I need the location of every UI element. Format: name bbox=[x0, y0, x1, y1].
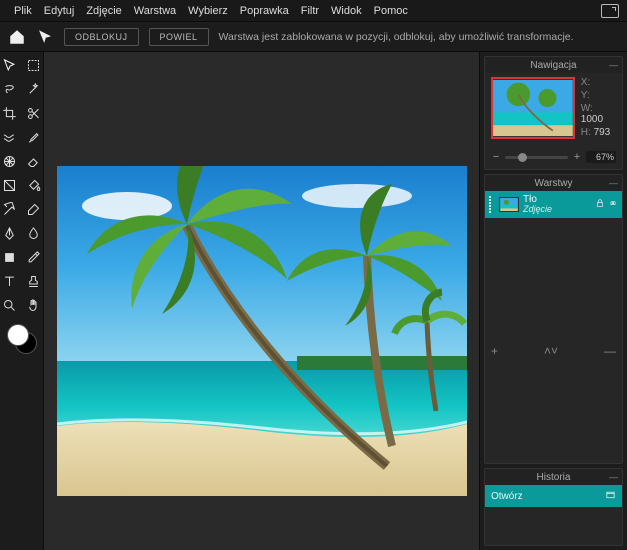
delete-layer-icon[interactable]: — bbox=[604, 344, 616, 358]
layer-thumbnail bbox=[499, 197, 519, 212]
fullscreen-icon[interactable] bbox=[601, 4, 619, 18]
nav-y-label: Y: bbox=[581, 90, 590, 101]
lasso-tool-icon[interactable] bbox=[1, 80, 19, 98]
nav-w-value: 1000 bbox=[581, 114, 603, 125]
add-layer-icon[interactable]: + bbox=[491, 344, 498, 358]
navigator-title: Nawigacja bbox=[530, 60, 576, 71]
zoom-in-icon[interactable]: + bbox=[572, 152, 582, 162]
collapse-icon[interactable]: — bbox=[609, 178, 618, 188]
toolbox bbox=[0, 52, 44, 550]
visibility-icon[interactable] bbox=[608, 198, 618, 211]
color-swatch[interactable] bbox=[7, 324, 37, 354]
zoom-tool-icon[interactable] bbox=[1, 296, 19, 314]
pen-tool-icon[interactable] bbox=[1, 224, 19, 242]
stamp-tool-icon[interactable] bbox=[25, 272, 43, 290]
right-panels: Nawigacja — X: Y: W: 1 bbox=[479, 52, 627, 550]
history-panel: Historia — Otwórz bbox=[484, 468, 623, 546]
layers-title: Warstwy bbox=[535, 178, 573, 189]
nav-x-label: X: bbox=[581, 77, 590, 88]
history-row[interactable]: Otwórz bbox=[485, 485, 622, 507]
menu-item[interactable]: Edytuj bbox=[38, 5, 81, 17]
layer-down-icon[interactable]: ˅ bbox=[551, 344, 558, 358]
menu-item[interactable]: Poprawka bbox=[234, 5, 295, 17]
open-file-icon bbox=[605, 489, 616, 503]
nav-h-value: 793 bbox=[594, 127, 611, 138]
crop-tool-icon[interactable] bbox=[1, 104, 19, 122]
layers-panel: Warstwy — Tło Zdjęcie bbox=[484, 174, 623, 464]
history-title: Historia bbox=[537, 472, 571, 483]
canvas-area[interactable] bbox=[44, 52, 479, 550]
optionsbar: ODBLOKUJ POWIEL Warstwa jest zablokowana… bbox=[0, 22, 627, 52]
menu-item[interactable]: Pomoc bbox=[368, 5, 414, 17]
menu-item[interactable]: Plik bbox=[8, 5, 38, 17]
zoom-slider[interactable] bbox=[505, 156, 568, 159]
navigator-panel: Nawigacja — X: Y: W: 1 bbox=[484, 56, 623, 170]
layer-up-icon[interactable]: ˄ bbox=[544, 344, 551, 358]
cursor-icon[interactable] bbox=[36, 28, 54, 46]
hand-tool-icon[interactable] bbox=[25, 296, 43, 314]
sharpen-tool-icon[interactable] bbox=[1, 152, 19, 170]
marquee-tool-icon[interactable] bbox=[25, 56, 43, 74]
shape-tool-icon[interactable] bbox=[1, 248, 19, 266]
move-tool-icon[interactable] bbox=[1, 56, 19, 74]
fill-tool-icon[interactable] bbox=[25, 176, 43, 194]
info-text: Warstwa jest zablokowana w pozycji, odbl… bbox=[219, 31, 574, 43]
collapse-icon[interactable]: — bbox=[609, 472, 618, 482]
brush-tool-icon[interactable] bbox=[25, 128, 43, 146]
nav-h-label: H: bbox=[581, 127, 591, 138]
blur-tool-icon[interactable] bbox=[25, 224, 43, 242]
nav-w-label: W: bbox=[581, 103, 593, 114]
history-label: Otwórz bbox=[491, 491, 523, 502]
navigator-thumbnail[interactable] bbox=[491, 77, 575, 139]
layer-row[interactable]: Tło Zdjęcie bbox=[485, 191, 622, 218]
eraser-tool-icon[interactable] bbox=[25, 152, 43, 170]
duplicate-button[interactable]: POWIEL bbox=[149, 28, 209, 46]
text-tool-icon[interactable] bbox=[1, 272, 19, 290]
menu-item[interactable]: Wybierz bbox=[182, 5, 234, 17]
unlock-button[interactable]: ODBLOKUJ bbox=[64, 28, 139, 46]
zoom-out-icon[interactable]: − bbox=[491, 152, 501, 162]
home-icon[interactable] bbox=[8, 28, 26, 46]
scissors-tool-icon[interactable] bbox=[25, 104, 43, 122]
gradient-tool-icon[interactable] bbox=[1, 176, 19, 194]
collapse-icon[interactable]: — bbox=[609, 60, 618, 70]
eyedropper-tool-icon[interactable] bbox=[25, 248, 43, 266]
layer-type: Zdjęcie bbox=[523, 205, 591, 215]
liquify-tool-icon[interactable] bbox=[1, 128, 19, 146]
menu-item[interactable]: Zdjęcie bbox=[80, 5, 127, 17]
clone-tool-icon[interactable] bbox=[1, 200, 19, 218]
menu-item[interactable]: Filtr bbox=[295, 5, 325, 17]
canvas-image bbox=[57, 166, 467, 496]
zoom-value[interactable]: 67% bbox=[586, 151, 616, 163]
dodge-tool-icon[interactable] bbox=[25, 200, 43, 218]
menu-item[interactable]: Widok bbox=[325, 5, 368, 17]
grip-icon[interactable] bbox=[489, 196, 495, 213]
menu-item[interactable]: Warstwa bbox=[128, 5, 182, 17]
wand-tool-icon[interactable] bbox=[25, 80, 43, 98]
lock-icon[interactable] bbox=[595, 198, 605, 211]
foreground-color-icon[interactable] bbox=[7, 324, 29, 346]
menubar: Plik Edytuj Zdjęcie Warstwa Wybierz Popr… bbox=[0, 0, 627, 22]
